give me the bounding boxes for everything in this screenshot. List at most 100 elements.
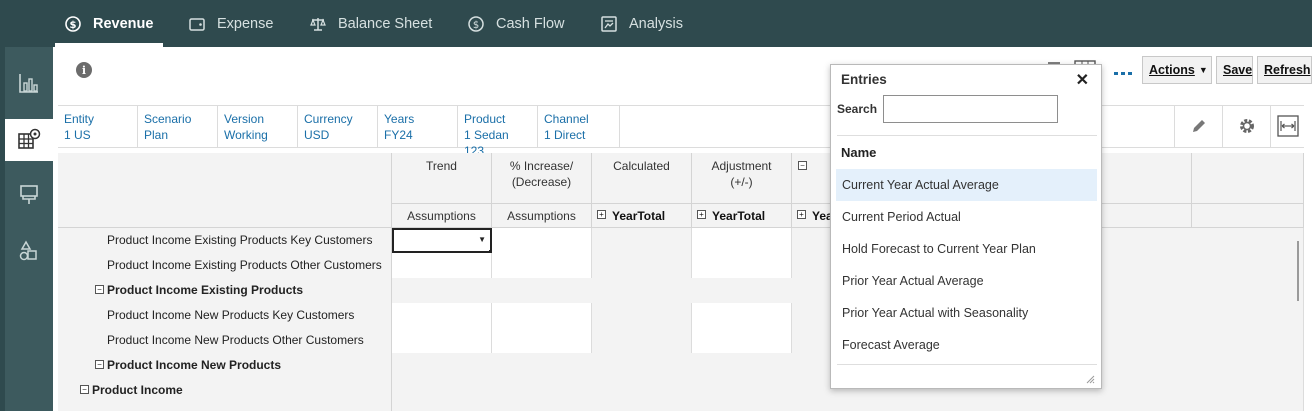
edit-button[interactable] [1174, 106, 1222, 148]
trend-dropdown[interactable]: ▼ [392, 228, 494, 255]
more-options-icon[interactable] [1114, 66, 1134, 80]
fit-width-button[interactable] [1270, 106, 1304, 148]
bar-chart-icon [18, 72, 40, 97]
tab-balance-sheet[interactable]: Balance Sheet [308, 0, 432, 47]
table-row: − Product Income Existing Products [58, 278, 1304, 303]
list-item[interactable]: Current Period Actual [836, 201, 1097, 233]
pov-dimension-label: Currency [304, 112, 353, 126]
rail-item-dashboard[interactable] [5, 63, 53, 105]
data-cell [592, 328, 692, 353]
tab-label: Cash Flow [496, 15, 565, 32]
rail-item-forms[interactable] [5, 119, 53, 161]
list-item[interactable]: Prior Year Actual Average [836, 265, 1097, 297]
expand-icon[interactable]: + [697, 210, 706, 220]
close-icon[interactable]: ✕ [1076, 70, 1089, 90]
data-cell[interactable] [692, 328, 792, 353]
column-header: Adjustment (+/-) [692, 153, 792, 204]
data-grid: Trend % Increase/ (Decrease) Calculated … [58, 153, 1304, 411]
column-header [1092, 153, 1192, 204]
column-subheader-label: YearTotal [612, 209, 666, 223]
pov-dimension-value: 1 Direct [544, 128, 586, 142]
row-label-text: Product Income New Products [107, 358, 282, 372]
expand-icon[interactable]: + [597, 210, 606, 220]
svg-text:$: $ [473, 20, 479, 31]
expand-icon[interactable]: + [797, 210, 806, 220]
data-cell[interactable] [392, 253, 492, 278]
row-label: Product Income Existing Products Key Cus… [58, 228, 392, 253]
pov-dimension-value: Working [224, 128, 268, 142]
grid-gear-icon [17, 128, 41, 153]
rail-item-rules[interactable] [5, 231, 53, 273]
tab-revenue[interactable]: $ Revenue [54, 0, 164, 47]
pov-dimension-label: Entity [64, 112, 95, 126]
pov-dimension-label: Product [464, 112, 506, 126]
column-header-label: Calculated [613, 159, 670, 173]
row-label [58, 403, 392, 411]
pov-currency[interactable]: Currency USD [298, 106, 378, 148]
column-subheader: Assumptions [492, 204, 592, 228]
data-cell[interactable] [692, 253, 792, 278]
tab-cash-flow[interactable]: $ Cash Flow [466, 0, 565, 47]
pov-channel[interactable]: Channel 1 Direct [538, 106, 620, 148]
pov-scenario[interactable]: Scenario Plan [138, 106, 218, 148]
data-cell[interactable] [492, 328, 592, 353]
save-button[interactable]: Save [1216, 56, 1253, 84]
column-subheader-label: Assumptions [507, 209, 576, 223]
list-item[interactable]: Prior Year Actual with Seasonality [836, 297, 1097, 329]
resize-grip-icon[interactable] [1085, 373, 1095, 384]
scale-icon [308, 14, 328, 34]
list-item[interactable]: Current Year Actual Average [836, 169, 1097, 201]
analysis-icon [599, 14, 619, 34]
data-cell[interactable] [492, 253, 592, 278]
expand-width-icon [1276, 114, 1299, 140]
pov-dimension-label: Years [384, 112, 415, 126]
row-label: Product Income Existing Products Other C… [58, 253, 392, 278]
data-cell[interactable] [492, 303, 592, 328]
pov-entity[interactable]: Entity 1 US [58, 106, 138, 148]
collapse-icon[interactable]: − [80, 385, 89, 395]
data-cell[interactable] [392, 328, 492, 353]
actions-button[interactable]: Actions ▼ [1142, 56, 1212, 84]
search-input[interactable] [883, 95, 1058, 123]
pencil-icon [1190, 117, 1208, 138]
info-icon[interactable]: i [76, 62, 92, 78]
column-subheader: + YearTotal [692, 204, 792, 228]
data-cell[interactable] [392, 303, 492, 328]
row-label: Product Income New Products Key Customer… [58, 303, 392, 328]
collapse-icon[interactable]: − [95, 285, 104, 295]
pov-dimension-value: FY24 [384, 128, 413, 142]
pov-years[interactable]: Years FY24 [378, 106, 458, 148]
vertical-scrollbar[interactable] [1297, 241, 1299, 301]
table-row: Product Income Existing Products Other C… [58, 253, 1304, 278]
tab-label: Expense [217, 15, 274, 32]
list-item[interactable]: Hold Forecast to Current Year Plan [836, 233, 1097, 265]
dollar-cycle-icon: $ [466, 14, 486, 34]
tab-analysis[interactable]: Analysis [599, 0, 683, 47]
row-label: − Product Income Existing Products [58, 278, 392, 303]
refresh-label: Refresh [1264, 63, 1311, 77]
collapse-icon[interactable]: − [798, 161, 807, 171]
pov-dimension-label: Channel [544, 112, 589, 126]
column-subheader [1092, 204, 1192, 228]
column-subheader: + YearTotal [592, 204, 692, 228]
data-cell[interactable] [692, 228, 792, 253]
row-label: Product Income New Products Other Custom… [58, 328, 392, 353]
refresh-button[interactable]: Refresh [1257, 56, 1312, 84]
pov-version[interactable]: Version Working [218, 106, 298, 148]
pov-bar: Entity 1 US Scenario Plan Version Workin… [58, 105, 1304, 158]
column-header: % Increase/ (Decrease) [492, 153, 592, 204]
table-row [58, 403, 1304, 411]
tab-expense[interactable]: Expense [187, 0, 273, 47]
list-item[interactable]: Forecast Average [836, 329, 1097, 361]
column-header-label: Trend [426, 159, 457, 173]
column-header: Calculated [592, 153, 692, 204]
table-row: − Product Income New Products [58, 353, 1304, 378]
data-cell[interactable] [692, 303, 792, 328]
pov-product[interactable]: Product 1 Sedan 123 [458, 106, 538, 158]
rail-item-tasks[interactable] [5, 175, 53, 217]
collapse-icon[interactable]: − [95, 360, 104, 370]
actions-label: Actions [1149, 63, 1195, 77]
settings-button[interactable] [1222, 106, 1270, 148]
column-header-label: % Increase/ (Decrease) [509, 159, 574, 189]
data-cell[interactable] [492, 228, 592, 253]
